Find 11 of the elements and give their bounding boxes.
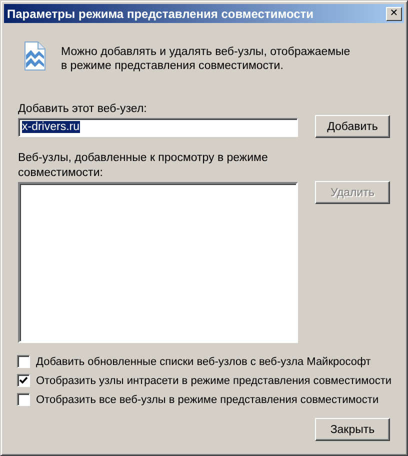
dialog-button[interactable]: Добавить [315,115,390,138]
checkbox-label: Отобразить узлы интрасети в режиме представления совместимости [36,374,392,386]
input-field[interactable]: x-drivers.ru [18,118,298,137]
field-label: Добавить этот веб-узел: [18,103,148,115]
description-text: Можно добавлять и удалять веб-узлы, отображаемые в режиме представления совместимости. [61,45,351,74]
checkbox-label: Отобразить все веб-узлы в режиме представления совместимости [36,394,379,406]
list-label: Веб-узлы, добавленные к просмотру в режиме совместимости: [18,151,269,181]
checkbox-label: Добавить обновленные списки веб-узлов с веб-узла Майкрософт [36,356,371,368]
dialog-button[interactable]: Закрыть [315,418,390,441]
window-title: Параметры режима представления совместимости [7,6,314,20]
close-button[interactable]: ✕ [386,6,402,20]
